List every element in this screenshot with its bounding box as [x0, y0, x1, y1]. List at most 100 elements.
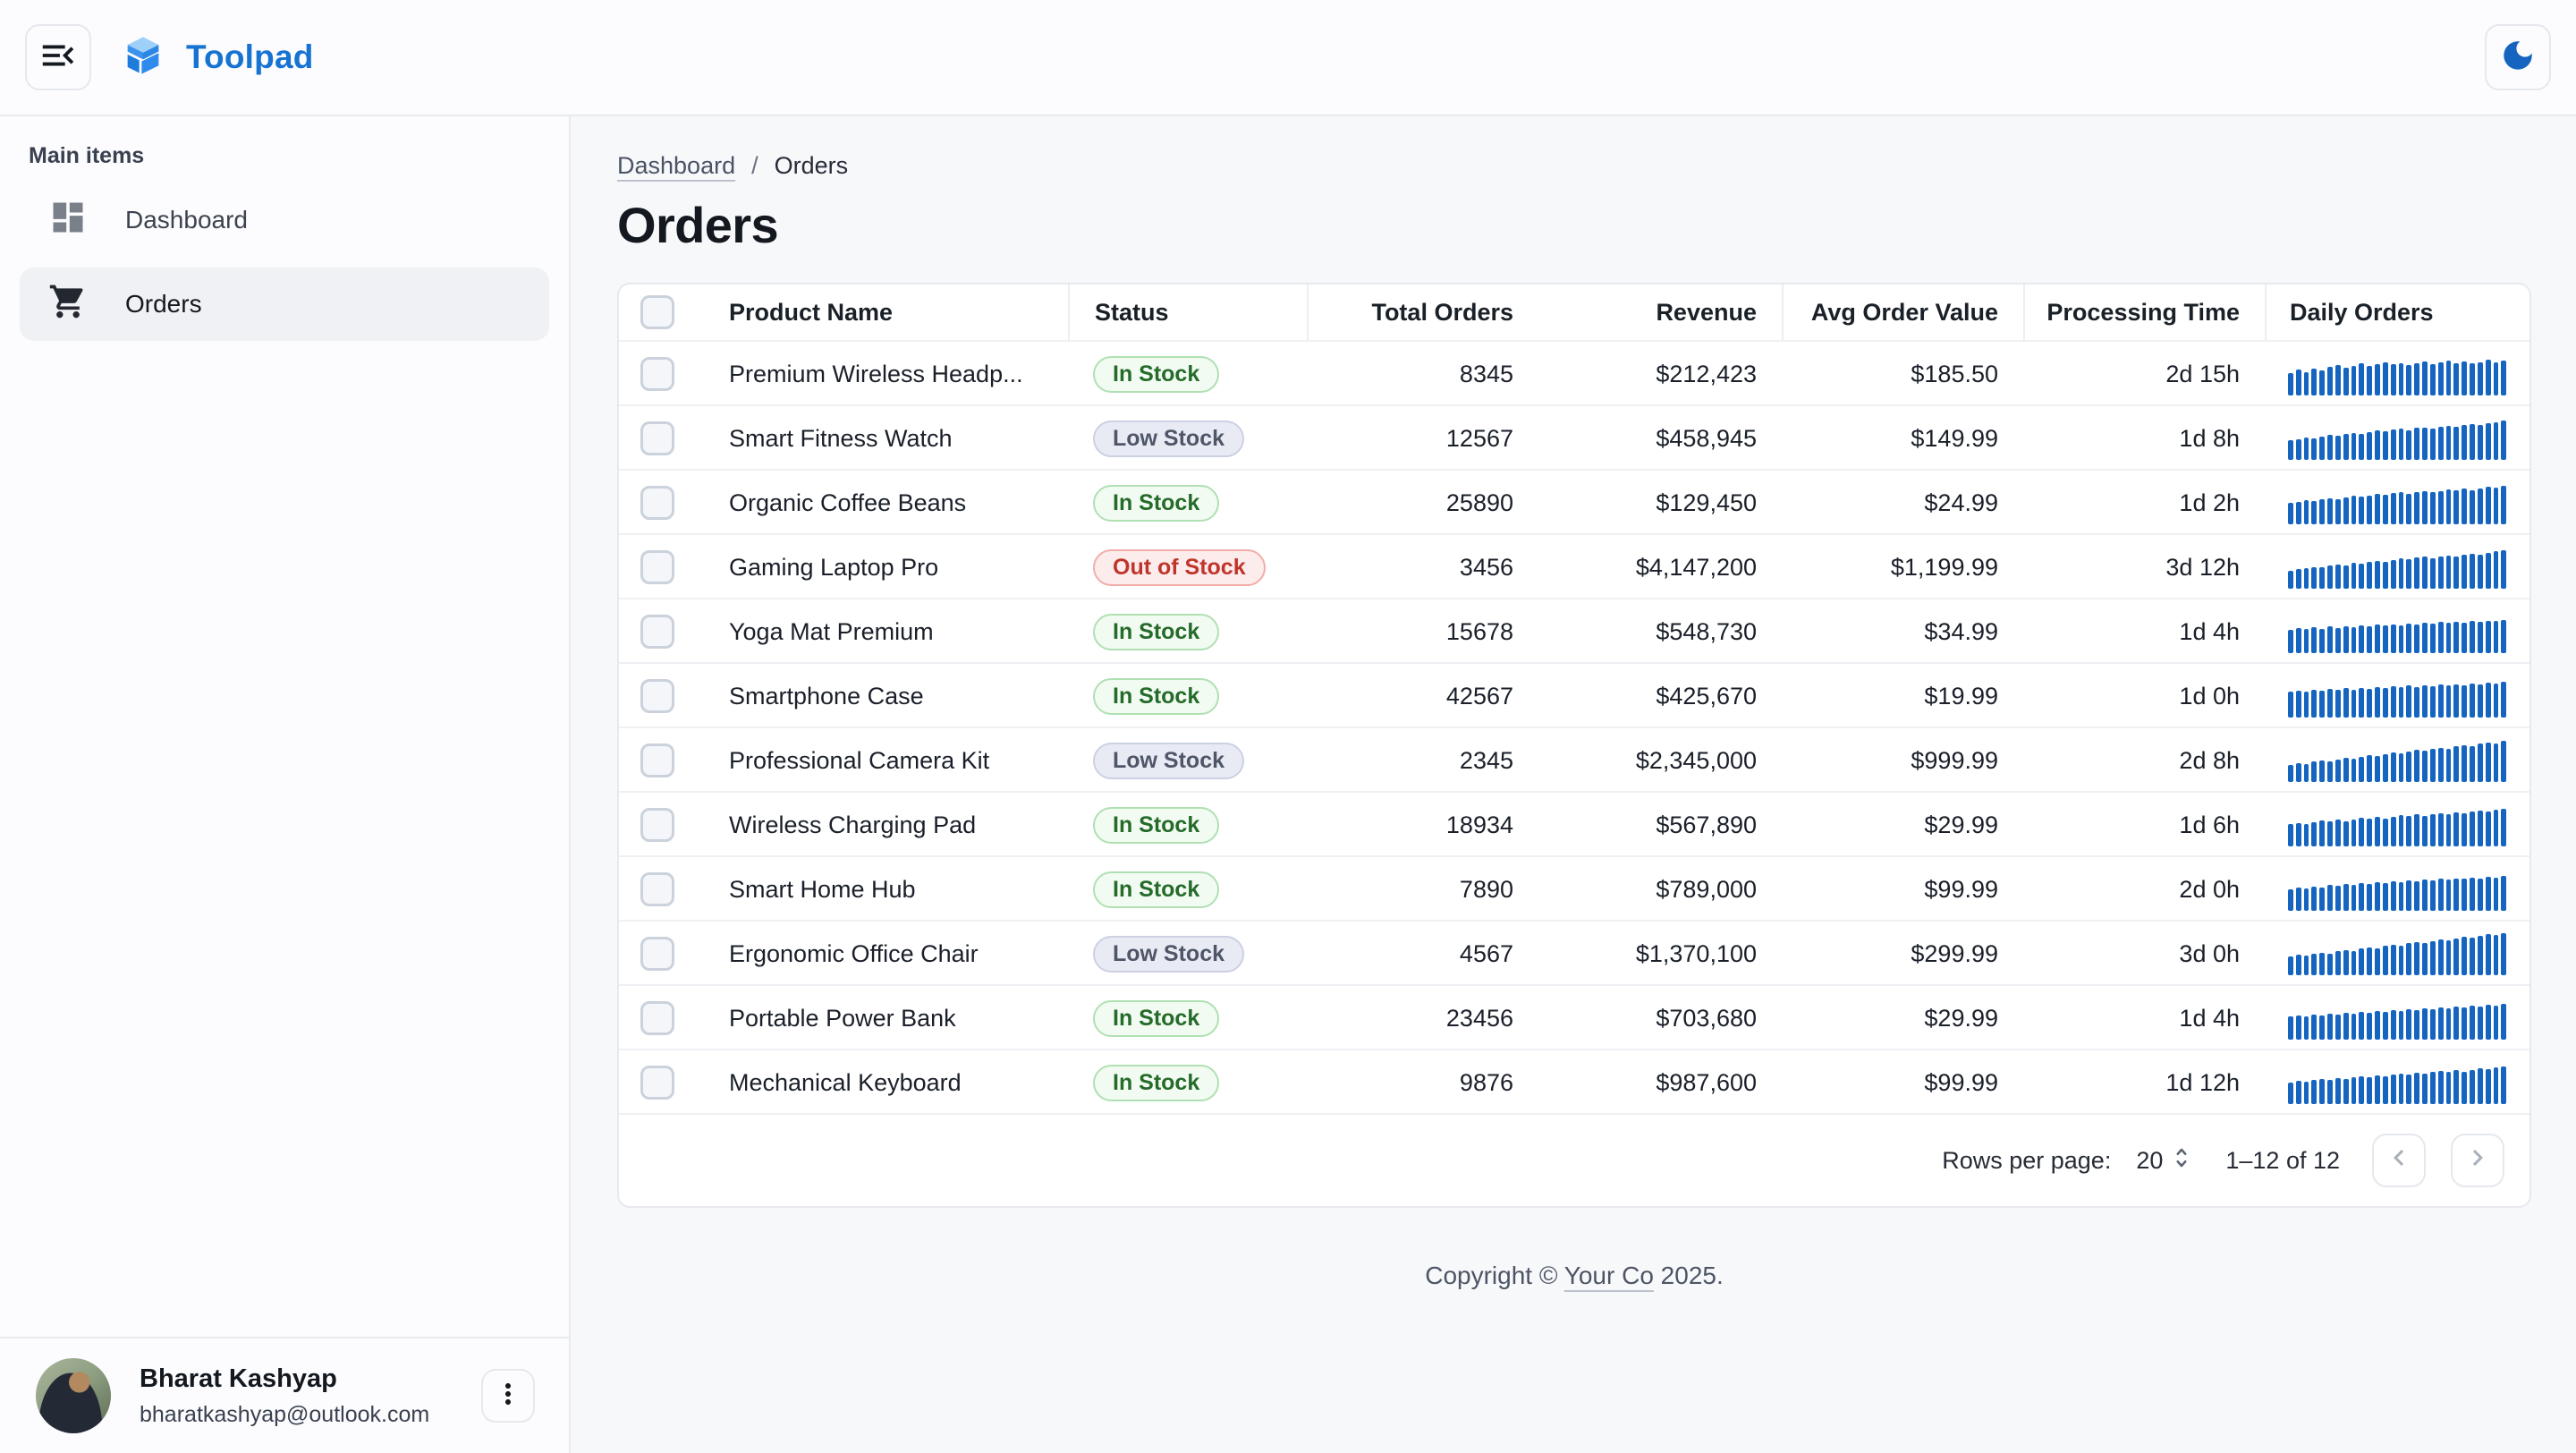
spark-bar [2462, 555, 2467, 589]
column-header-product-name[interactable]: Product Name [704, 285, 1068, 340]
spark-bar [2406, 624, 2411, 653]
daily-orders-sparkline [2288, 675, 2506, 718]
main-content: Dashboard / Orders Orders Product Name S… [571, 116, 2576, 1453]
row-checkbox[interactable] [640, 550, 674, 584]
spark-bar [2494, 935, 2499, 975]
breadcrumb-separator: / [751, 152, 758, 180]
row-checkbox-cell [619, 550, 704, 584]
rows-per-page-select[interactable]: 20 [2136, 1143, 2193, 1179]
avg-order-value-cell: $1,199.99 [1782, 535, 2023, 599]
user-menu-button[interactable] [481, 1369, 535, 1423]
select-all-checkbox[interactable] [640, 295, 674, 329]
spark-bar [2430, 880, 2436, 911]
spark-bar [2501, 809, 2506, 846]
spark-bar [2319, 820, 2325, 846]
row-checkbox[interactable] [640, 872, 674, 906]
status-cell: In Stock [1068, 599, 1307, 664]
revenue-cell: $548,730 [1538, 599, 1782, 664]
previous-page-button[interactable] [2372, 1134, 2426, 1187]
spark-bar [2391, 686, 2396, 718]
spark-bar [2446, 489, 2452, 524]
spark-bar [2462, 623, 2467, 653]
spark-bar [2343, 758, 2349, 782]
spark-bar [2399, 753, 2404, 782]
spark-bar [2375, 625, 2380, 653]
spark-bar [2470, 1006, 2475, 1040]
column-header-status[interactable]: Status [1068, 285, 1307, 340]
processing-time-cell: 2d 8h [2023, 728, 2265, 793]
daily-orders-cell [2265, 535, 2529, 599]
row-checkbox[interactable] [640, 679, 674, 713]
spark-bar [2327, 367, 2333, 395]
spark-bar [2430, 624, 2436, 653]
spark-bar [2501, 741, 2506, 782]
row-checkbox[interactable] [640, 743, 674, 777]
total-orders-cell: 3456 [1307, 535, 1538, 599]
brand[interactable]: Toolpad [120, 32, 314, 83]
spark-bar [2383, 819, 2388, 846]
pagination-range: 1–12 of 12 [2225, 1147, 2340, 1175]
spark-bar [2501, 682, 2506, 718]
row-checkbox[interactable] [640, 357, 674, 391]
spark-bar [2486, 423, 2491, 460]
row-checkbox[interactable] [640, 1066, 674, 1100]
spark-bar [2375, 948, 2380, 975]
spark-bar [2430, 749, 2436, 782]
revenue-cell: $425,670 [1538, 664, 1782, 728]
breadcrumb-link-dashboard[interactable]: Dashboard [617, 152, 735, 180]
theme-toggle-button[interactable] [2485, 24, 2551, 90]
spark-bar [2319, 691, 2325, 718]
spark-bar [2438, 939, 2444, 975]
spark-bar [2453, 1070, 2459, 1104]
next-page-button[interactable] [2451, 1134, 2504, 1187]
spark-bar [2462, 685, 2467, 718]
column-header-daily-orders[interactable]: Daily Orders [2265, 285, 2529, 340]
spark-bar [2375, 1075, 2380, 1104]
spark-bar [2351, 366, 2357, 395]
column-header-processing-time[interactable]: Processing Time [2023, 285, 2265, 340]
spark-bar [2351, 885, 2357, 911]
row-checkbox[interactable] [640, 937, 674, 971]
sidebar-item-orders[interactable]: Orders [20, 268, 549, 341]
row-checkbox[interactable] [640, 808, 674, 842]
row-checkbox[interactable] [640, 1001, 674, 1035]
column-header-total-orders[interactable]: Total Orders [1307, 285, 1538, 340]
row-checkbox[interactable] [640, 421, 674, 455]
spark-bar [2422, 1008, 2428, 1040]
company-link[interactable]: Your Co [1564, 1262, 1654, 1289]
status-badge: In Stock [1093, 1065, 1219, 1101]
status-badge: In Stock [1093, 614, 1219, 650]
spark-bar [2383, 754, 2388, 782]
row-checkbox-cell [619, 808, 704, 842]
daily-orders-sparkline [2288, 868, 2506, 911]
spark-bar [2288, 824, 2293, 846]
spark-bar [2391, 560, 2396, 589]
spark-bar [2383, 1076, 2388, 1104]
spark-bar [2335, 499, 2341, 524]
spark-bar [2414, 428, 2419, 460]
spark-bar [2288, 765, 2293, 782]
spark-bar [2383, 495, 2388, 524]
spark-bar [2327, 885, 2333, 911]
product-name-cell: Yoga Mat Premium [704, 599, 1068, 664]
spark-bar [2501, 1004, 2506, 1040]
spark-bar [2446, 426, 2452, 460]
product-name-cell: Wireless Charging Pad [704, 793, 1068, 857]
spark-bar [2494, 488, 2499, 524]
row-checkbox[interactable] [640, 486, 674, 520]
spark-bar [2383, 688, 2388, 718]
column-header-revenue[interactable]: Revenue [1538, 285, 1782, 340]
avatar[interactable] [36, 1358, 111, 1433]
spark-bar [2446, 1072, 2452, 1104]
spark-bar [2470, 938, 2475, 975]
row-checkbox[interactable] [640, 615, 674, 649]
daily-orders-sparkline [2288, 417, 2506, 460]
spark-bar [2335, 820, 2341, 846]
table-row: Yoga Mat PremiumIn Stock15678$548,730$34… [619, 598, 2529, 662]
sidebar-item-dashboard[interactable]: Dashboard [20, 183, 549, 257]
spark-bar [2391, 493, 2396, 524]
spark-bar [2453, 684, 2459, 718]
collapse-sidebar-button[interactable] [25, 24, 91, 90]
product-name-cell: Ergonomic Office Chair [704, 922, 1068, 986]
column-header-avg-order-value[interactable]: Avg Order Value [1782, 285, 2023, 340]
